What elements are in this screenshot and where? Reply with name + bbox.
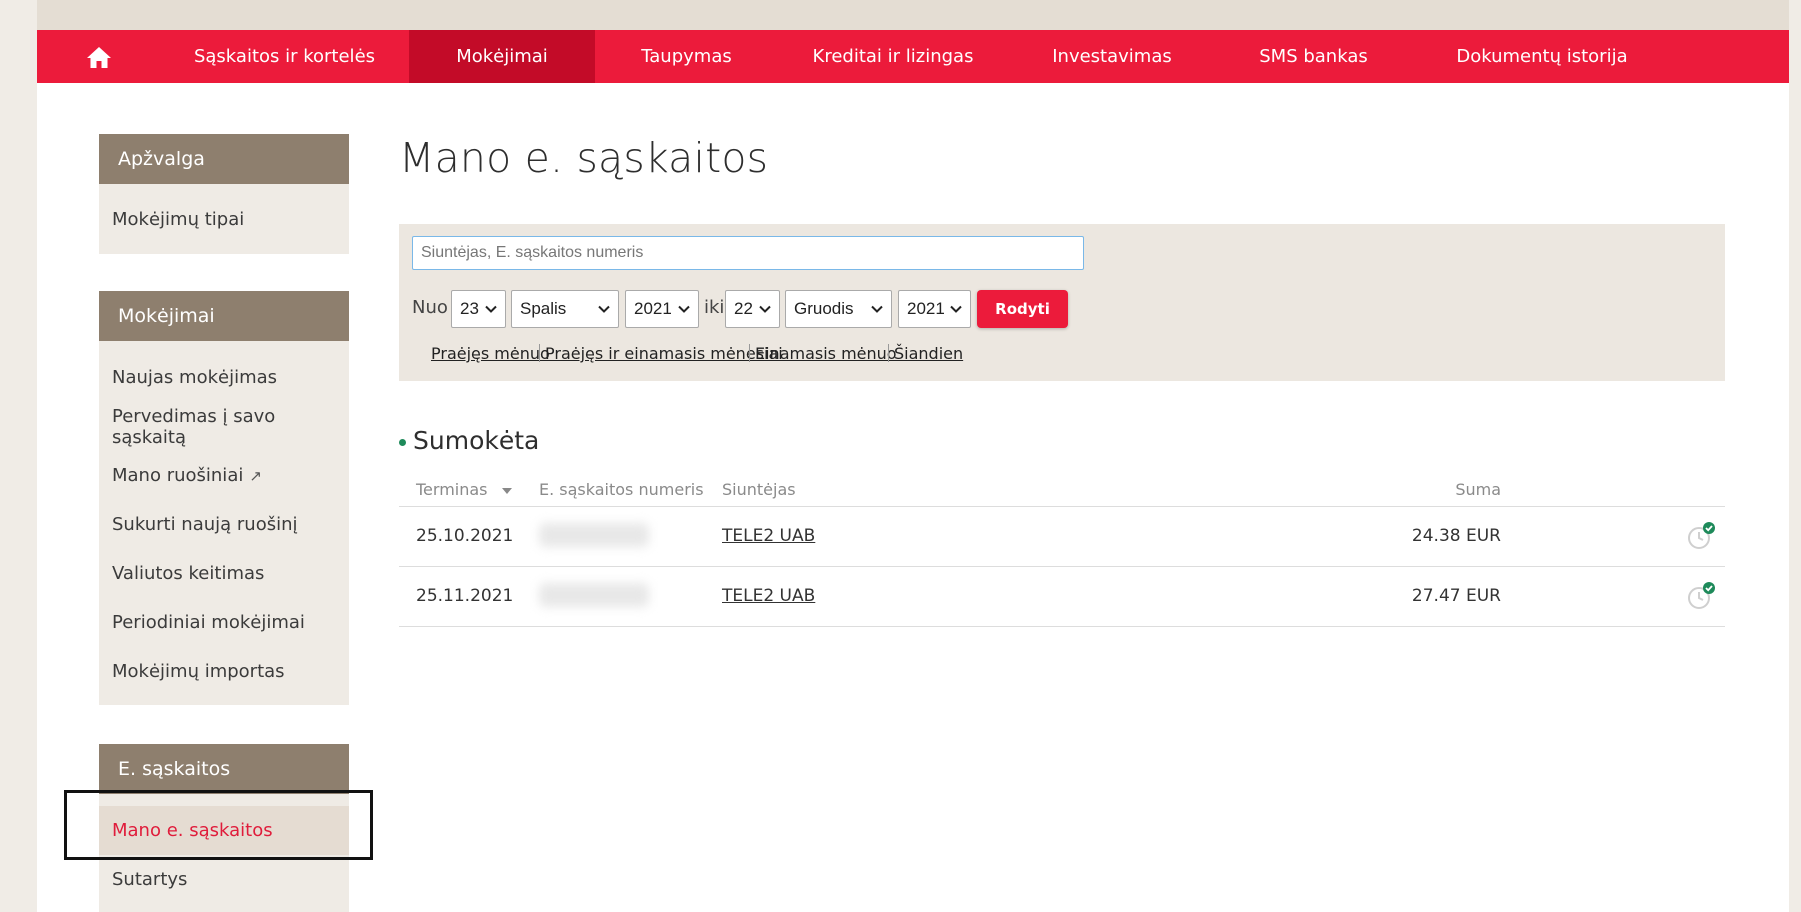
sidebar-overview: Apžvalga Mokėjimų tipai [99,134,349,254]
external-link-icon: ↗ [249,466,262,485]
to-day-value: 22 [734,299,753,318]
nav-home[interactable] [37,30,160,83]
cell-sender-link[interactable]: TELE2 UAB [722,586,815,606]
header-invoice-number: E. sąskaitos numeris [539,480,704,499]
blurred-invoice-number [539,523,649,547]
sidebar-item-new-template[interactable]: Sukurti naują ruošinį [99,500,349,549]
show-button[interactable]: Rodyti [977,290,1068,328]
section-title-text: Sumokėta [413,426,540,455]
sidebar-item-payment-types[interactable]: Mokėjimų tipai [99,184,349,254]
to-month-value: Gruodis [794,299,854,318]
nav-credits-leasing[interactable]: Kreditai ir lizingas [778,30,1008,83]
sidebar-item-contracts[interactable]: Sutartys [99,855,349,904]
header-due-date[interactable]: Terminas [416,480,513,499]
nav-accounts-cards[interactable]: Sąskaitos ir kortelės [160,30,409,83]
nav-payments[interactable]: Mokėjimai [409,30,595,83]
search-input[interactable] [412,236,1084,270]
cell-sender-link[interactable]: TELE2 UAB [722,526,815,546]
sidebar-item-my-templates[interactable]: Mano ruošiniai ↗ [99,451,349,500]
chevron-down-icon [950,305,962,313]
sidebar-item-own-transfer[interactable]: Pervedimas į savo sąskaitą [99,402,349,451]
highlight-box [64,790,373,860]
table-row[interactable]: 25.10.2021 TELE2 UAB 24.38 EUR [399,507,1725,567]
top-strip [37,0,1789,30]
table-row[interactable]: 25.11.2021 TELE2 UAB 27.47 EUR [399,567,1725,627]
quick-link-last-and-current-month[interactable]: Praėjęs ir einamasis mėnesiai [545,344,783,363]
cell-amount: 24.38 EUR [1411,526,1501,546]
sort-desc-icon [501,487,512,494]
home-icon [86,46,111,68]
paid-clock-icon[interactable] [1687,581,1717,611]
chevron-down-icon [678,305,690,313]
to-year-value: 2021 [907,299,945,318]
cell-due-date: 25.11.2021 [416,586,514,606]
paid-clock-icon[interactable] [1687,521,1717,551]
nav-sms-bank[interactable]: SMS bankas [1216,30,1411,83]
from-day-select[interactable]: 23 [451,290,506,328]
sidebar-heading-overview[interactable]: Apžvalga [99,134,349,184]
cell-due-date: 25.10.2021 [416,526,514,546]
to-day-select[interactable]: 22 [725,290,780,328]
from-month-select[interactable]: Spalis [511,290,619,328]
from-label: Nuo [412,297,448,318]
from-year-value: 2021 [634,299,672,318]
header-label: Terminas [416,480,488,499]
chevron-down-icon [759,305,771,313]
to-label: iki [704,297,725,318]
chevron-down-icon [485,305,497,313]
chevron-down-icon [871,305,883,313]
from-day-value: 23 [460,299,479,318]
sidebar-heading-payments[interactable]: Mokėjimai [99,291,349,341]
section-title: Sumokėta [399,426,539,455]
link-separator [749,344,750,362]
cell-amount: 27.47 EUR [1411,586,1501,606]
sidebar-item-payment-import[interactable]: Mokėjimų importas [99,647,349,696]
nav-savings[interactable]: Taupymas [595,30,778,83]
sidebar-payments: Mokėjimai Naujas mokėjimas Pervedimas į … [99,291,349,705]
filter-panel: Nuo 23 Spalis 2021 iki 22 Gruodis 2021 R… [399,224,1725,381]
chevron-down-icon [598,305,610,313]
link-separator [539,344,540,362]
quick-link-current-month[interactable]: Einamasis mėnuo [755,344,897,363]
from-year-select[interactable]: 2021 [625,290,699,328]
header-sender: Siuntėjas [722,480,796,499]
to-year-select[interactable]: 2021 [898,290,971,328]
sidebar-item-currency-exchange[interactable]: Valiutos keitimas [99,549,349,598]
quick-link-today[interactable]: Šiandien [894,344,963,363]
page-title: Mano e. sąskaitos [399,134,769,182]
header-amount: Suma [1455,480,1501,499]
blurred-invoice-number [539,583,649,607]
quick-link-last-month[interactable]: Praėjęs mėnuo [431,344,550,363]
nav-document-history[interactable]: Dokumentų istorija [1411,30,1673,83]
sidebar-item-new-payment[interactable]: Naujas mokėjimas [99,353,349,402]
sidebar-heading-einvoices[interactable]: E. sąskaitos [99,744,349,794]
nav-investing[interactable]: Investavimas [1008,30,1216,83]
paid-status-dot [399,439,406,446]
sidebar-item-label: Mano ruošiniai [112,465,244,486]
from-month-value: Spalis [520,299,567,318]
sidebar-item-periodic-payments[interactable]: Periodiniai mokėjimai [99,598,349,647]
page: Sąskaitos ir kortelės Mokėjimai Taupymas… [37,30,1789,912]
to-month-select[interactable]: Gruodis [785,290,892,328]
main-nav: Sąskaitos ir kortelės Mokėjimai Taupymas… [37,30,1789,83]
link-separator [888,344,889,362]
